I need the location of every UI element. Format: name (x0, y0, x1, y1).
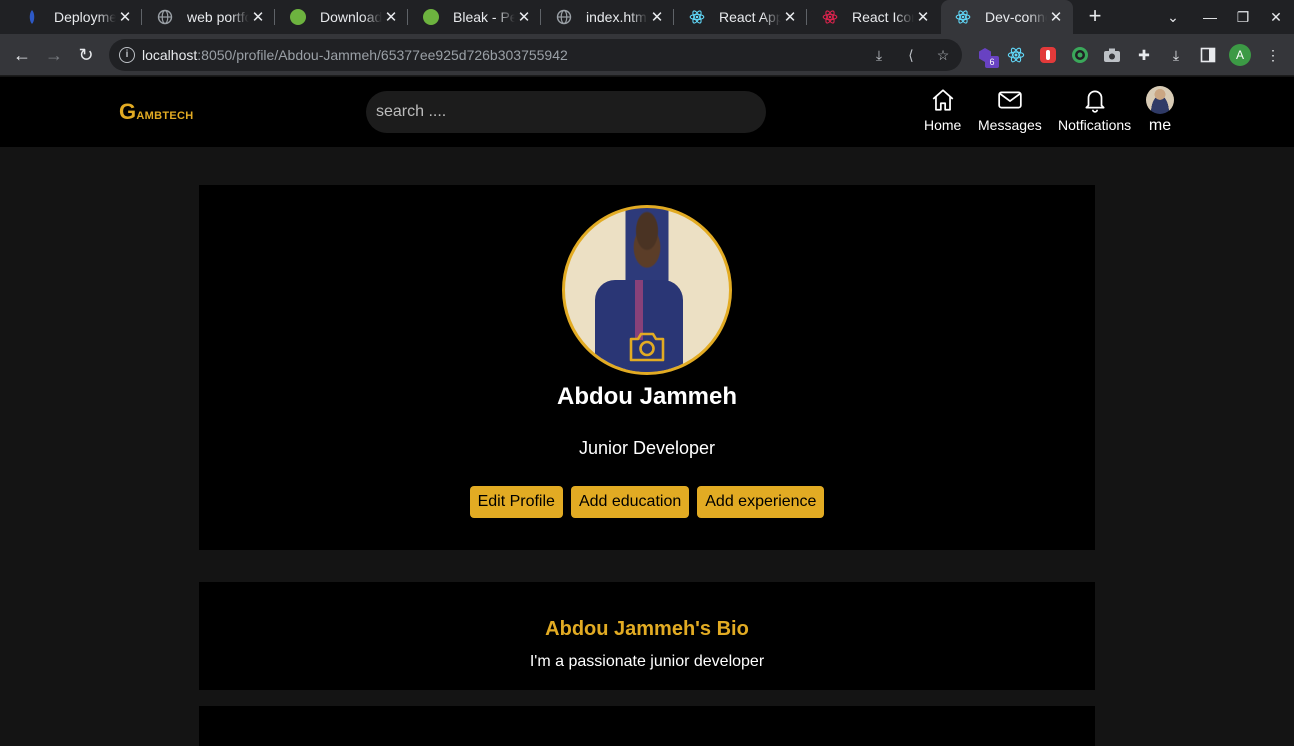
react-icon (955, 9, 971, 25)
browser-tab-title: Deployment (54, 9, 116, 25)
close-tab-icon[interactable]: ✕ (914, 8, 932, 26)
tab-separator (806, 9, 807, 25)
extension-badge: 6 (985, 56, 999, 68)
close-tab-icon[interactable]: ✕ (382, 8, 400, 26)
browser-tab[interactable]: index.html ✕ (542, 0, 674, 34)
browser-toolbar: ← → ↻ i localhost:8050/profile/Abdou-Jam… (0, 34, 1294, 76)
nav-notifications-label: Notfications (1058, 117, 1132, 133)
avatar (1146, 86, 1174, 114)
close-tab-icon[interactable]: ✕ (781, 8, 799, 26)
browser-tab[interactable]: web portfolio✕ (143, 0, 275, 34)
react-devtools-icon[interactable] (1006, 45, 1026, 65)
bio-text: I'm a passionate junior developer (529, 653, 765, 670)
react-icon (822, 9, 838, 25)
close-tab-icon[interactable]: ✕ (116, 8, 134, 26)
address-bar[interactable]: i localhost:8050/profile/Abdou-Jammeh/65… (109, 39, 962, 71)
tab-separator (141, 9, 142, 25)
site-info-icon[interactable]: i (119, 47, 135, 63)
browser-tab-title: Dev-connector (985, 9, 1047, 25)
install-app-icon[interactable]: ⤓ (869, 45, 889, 65)
home-icon (932, 89, 953, 111)
browser-tab-title: web portfolio (187, 9, 249, 25)
browser-tab[interactable]: Deployment✕ (10, 0, 142, 34)
extensions-puzzle-icon[interactable]: ✚ (1134, 45, 1154, 65)
new-tab-button[interactable]: + (1084, 5, 1106, 27)
browser-tab-title: React App (719, 9, 781, 25)
browser-tab-title: Bleak - Personal (453, 9, 515, 25)
window-close-icon[interactable]: ✕ (1264, 0, 1288, 34)
bio-card: Abdou Jammeh's Bio I'm a passionate juni… (199, 582, 1095, 690)
minimize-icon[interactable]: — (1198, 0, 1222, 34)
close-tab-icon[interactable]: ✕ (1047, 8, 1065, 26)
nav-home[interactable]: Home (924, 87, 961, 133)
profile-role: Junior Developer (578, 438, 716, 458)
globe-icon (157, 9, 173, 25)
forward-icon[interactable]: → (42, 43, 66, 67)
add-experience-button[interactable]: Add experience (697, 486, 825, 518)
tab-separator (274, 9, 275, 25)
side-panel-icon[interactable] (1198, 45, 1218, 65)
app-header: Gambtech Home Messages Notfications me (0, 77, 1294, 147)
logo-text: ambtech (136, 106, 194, 123)
tab-search-icon[interactable]: ⌄ (1161, 0, 1185, 34)
downloads-icon[interactable]: ⤓ (1166, 45, 1186, 65)
nav-notifications[interactable]: Notfications (1058, 87, 1131, 133)
back-icon[interactable]: ← (10, 43, 34, 67)
tab-separator (540, 9, 541, 25)
close-tab-icon[interactable]: ✕ (249, 8, 267, 26)
browser-tab[interactable]: Dev-connector✕ (941, 0, 1073, 34)
profile-actions: Edit Profile Add education Add experienc… (199, 486, 1095, 518)
deploy-icon (24, 9, 40, 25)
browser-tab[interactable]: React Icons✕ (808, 0, 940, 34)
nav-home-label: Home (924, 117, 962, 133)
restore-icon[interactable]: ❐ (1231, 0, 1255, 34)
bio-title: Abdou Jammeh's Bio (545, 618, 749, 640)
browser-tab-title: Download (320, 9, 382, 25)
browser-tab[interactable]: Download ✕ (276, 0, 408, 34)
browser-menu-icon[interactable]: ⋮ (1263, 45, 1283, 65)
bookmark-star-icon[interactable]: ☆ (933, 45, 953, 65)
envelope-icon (998, 91, 1022, 109)
camera-icon[interactable] (628, 329, 666, 363)
add-education-button[interactable]: Add education (570, 486, 690, 518)
profile-card: Abdou Jammeh Junior Developer Edit Profi… (199, 185, 1095, 550)
leaf-icon (423, 9, 439, 25)
adblock-icon[interactable] (1038, 45, 1058, 65)
browser-tab[interactable]: Bleak - Personal✕ (409, 0, 541, 34)
browser-tab-title: index.html (586, 9, 648, 25)
react-icon (689, 9, 705, 25)
profile-name: Abdou Jammeh (556, 383, 738, 410)
browser-tab[interactable]: React App ✕ (675, 0, 807, 34)
nav-me-label: me (1148, 117, 1172, 134)
nav-messages-label: Messages (978, 117, 1042, 133)
nav-me[interactable]: me (1146, 86, 1174, 135)
url-path: :8050/profile/Abdou-Jammeh/65377ee925d72… (197, 47, 568, 63)
browser-profile-avatar[interactable]: A (1229, 44, 1251, 66)
edit-profile-button[interactable]: Edit Profile (469, 486, 563, 518)
url-host: localhost (142, 47, 198, 63)
search-input[interactable] (366, 91, 766, 133)
tab-separator (673, 9, 674, 25)
profile-photo (562, 205, 732, 375)
logo[interactable]: Gambtech (119, 99, 194, 125)
reload-icon[interactable]: ↻ (74, 43, 98, 67)
target-extension-icon[interactable] (1070, 45, 1090, 65)
share-icon[interactable]: ⟨ (901, 45, 921, 65)
close-tab-icon[interactable]: ✕ (515, 8, 533, 26)
nav-messages[interactable]: Messages (978, 87, 1042, 133)
url-text[interactable]: localhost:8050/profile/Abdou-Jammeh/6537… (142, 47, 568, 63)
globe-icon (556, 9, 572, 25)
leaf-icon (290, 9, 306, 25)
camera-extension-icon[interactable] (1102, 45, 1122, 65)
next-section-card (199, 706, 1095, 746)
tab-separator (407, 9, 408, 25)
close-tab-icon[interactable]: ✕ (648, 8, 666, 26)
bell-icon (1085, 90, 1105, 113)
browser-tab-title: React Icons (852, 9, 914, 25)
logo-initial: G (119, 99, 137, 124)
